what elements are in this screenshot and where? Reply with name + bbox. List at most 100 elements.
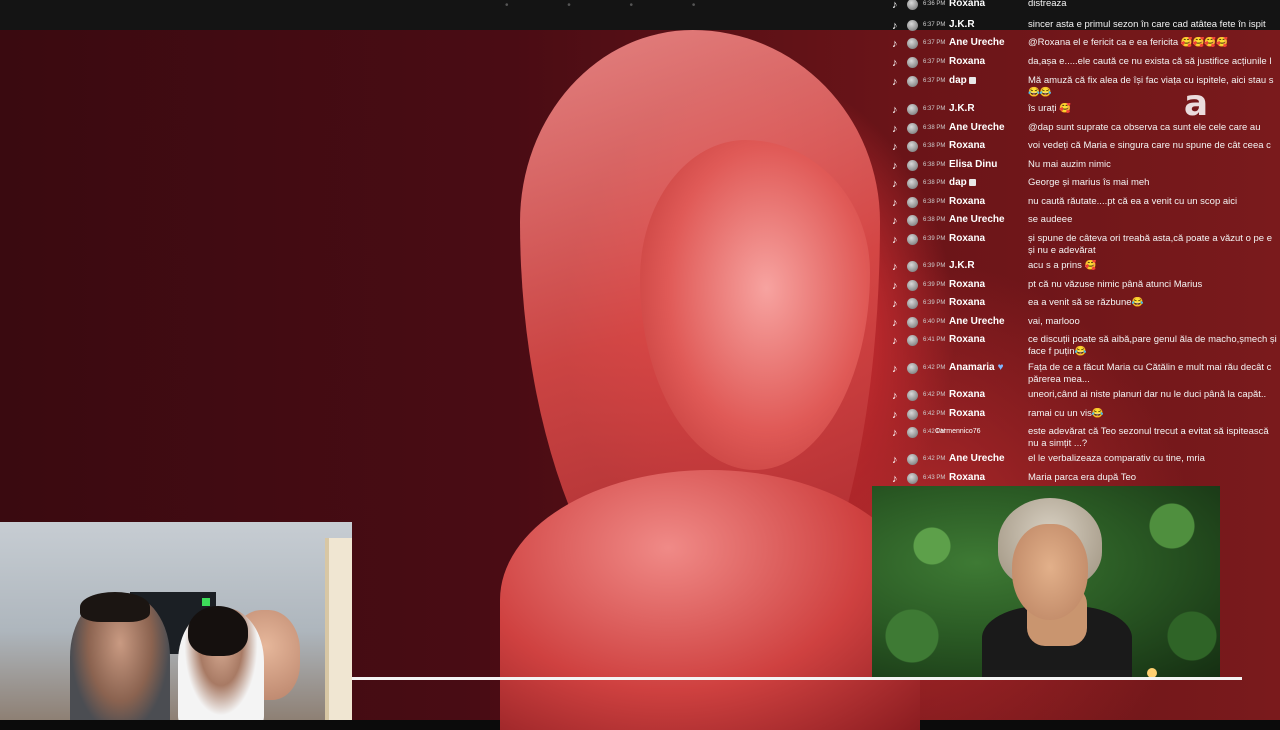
chat-timestamp: 6:39 PM [923,263,946,269]
video-figure-shoulder [500,470,920,730]
chat-message[interactable]: ♪ 6:42 PM Roxana uneori,când ai niste planu… [888,389,1280,405]
chat-message[interactable]: ♪ 6:38 PM Ane Ureche @dap sunt suprate ca o… [888,122,1280,138]
chat-message[interactable]: ♪ 6:39 PM Roxana pt că nu văzuse nimic până… [888,279,1280,295]
chat-message[interactable]: ♪ 6:42 PM Ane Ureche el le verbalizeaza com… [888,453,1280,469]
avatar[interactable] [907,160,918,171]
chat-message[interactable]: ♪ 6:39 PM Roxana și spune de câteva ori tre… [888,233,1280,256]
chat-username[interactable]: J.K.R [949,260,975,271]
chat-message[interactable]: ♪ 6:37 PM dap Mă amuză că fix alea de își f… [888,75,1280,98]
chat-message[interactable]: ♪ 6:39 PM J.K.R acu s a prins 🥰 [888,260,1280,276]
chat-timestamp: 6:40 PM [923,319,946,325]
avatar[interactable] [907,473,918,484]
live-chat-panel[interactable]: ♪ 6:36 PM Roxana distreaza ♪ 6:37 PM J.K.R sinc… [888,0,1280,505]
chat-message-text: este adevărat că Teo sezonul trecut a ev… [1028,426,1269,449]
chat-username[interactable]: Roxana [949,408,985,419]
chat-message[interactable]: ♪ 6:37 PM J.K.R îs urați 🥰 [888,103,1280,119]
chat-message[interactable]: ♪ 6:37 PM J.K.R sincer asta e primul sezon … [888,19,1280,35]
chat-message[interactable]: ♪ 6:42 PM Anamaria ♥ Fața de ce a făcut Mari… [888,362,1280,385]
chat-username-text: Roxana [949,472,986,483]
chat-timestamp: 6:42 PM [923,365,946,371]
avatar[interactable] [907,0,918,10]
chat-message[interactable]: ♪ 6:38 PM Roxana nu caută răutate....pt că … [888,196,1280,212]
avatar[interactable] [907,215,918,226]
tiktok-icon: ♪ [892,473,898,485]
avatar[interactable] [907,280,918,291]
avatar[interactable] [907,409,918,420]
chat-message-text: și spune de câteva ori treabă asta,că po… [1028,233,1272,256]
chat-username[interactable]: dap [949,75,976,86]
chat-timestamp: 6:37 PM [923,106,946,112]
chat-username[interactable]: Roxana [949,140,985,151]
tiktok-icon: ♪ [892,20,898,32]
chat-message[interactable]: ♪ 6:41 PM Roxana ce discuții poate să aibă,… [888,334,1280,357]
streamer-male-hair [80,592,150,622]
avatar[interactable] [907,335,918,346]
chat-username[interactable]: Roxana [949,279,985,290]
tiktok-icon: ♪ [892,178,898,190]
chat-message[interactable]: ♪ 6:42 PM Carmennico76 este adevărat că Teo… [888,426,1280,449]
chat-username[interactable]: Roxana [949,233,985,244]
video-progress-bar[interactable] [352,677,1242,680]
chat-username-text: Elisa Dinu [949,159,998,170]
chat-username[interactable]: Ane Ureche [949,316,1005,327]
chat-username[interactable]: dap [949,177,976,188]
chat-username[interactable]: Elisa Dinu [949,159,997,170]
chat-message-text: @dap sunt suprate ca observa ca sunt ele… [1028,122,1261,133]
chat-timestamp: 6:42 PM [923,411,946,417]
avatar[interactable] [907,123,918,134]
avatar[interactable] [907,38,918,49]
inset-video[interactable] [872,486,1220,678]
chat-username-text: Roxana [949,389,986,400]
avatar[interactable] [907,390,918,401]
chat-username[interactable]: J.K.R [949,19,975,30]
chat-message[interactable]: ♪ 6:38 PM Elisa Dinu Nu mai auzim nimic [888,159,1280,175]
avatar[interactable] [907,197,918,208]
avatar[interactable] [907,178,918,189]
tiktok-icon: ♪ [892,409,898,421]
chat-message[interactable]: ♪ 6:36 PM Roxana distreaza [888,0,1280,14]
chat-username[interactable]: J.K.R [949,103,975,114]
avatar[interactable] [907,317,918,328]
streamer-female-hair [188,606,248,656]
avatar[interactable] [907,427,918,438]
chat-username[interactable]: Carmennico76 [935,428,981,435]
avatar[interactable] [907,298,918,309]
avatar[interactable] [907,141,918,152]
chat-message-text: pt că nu văzuse nimic până atunci Marius [1028,279,1203,290]
chat-username[interactable]: Roxana [949,56,985,67]
chat-timestamp: 6:41 PM [923,337,946,343]
chat-message[interactable]: ♪ 6:42 PM Roxana ramai cu un vis😂 [888,408,1280,424]
chat-username[interactable]: Roxana [949,196,985,207]
avatar[interactable] [907,234,918,245]
chat-message[interactable]: ♪ 6:38 PM Roxana voi vedeți că Maria e sing… [888,140,1280,156]
chat-username[interactable]: Roxana [949,297,985,308]
chat-username[interactable]: Ane Ureche [949,453,1005,464]
avatar[interactable] [907,57,918,68]
chat-username[interactable]: Roxana [949,472,985,483]
chat-message[interactable]: ♪ 6:37 PM Ane Ureche @Roxana el e fericit c… [888,37,1280,53]
chat-username[interactable]: Ane Ureche [949,37,1005,48]
chat-message[interactable]: ♪ 6:40 PM Ane Ureche vai, marlooo [888,316,1280,332]
avatar[interactable] [907,363,918,374]
chat-message[interactable]: ♪ 6:38 PM dap George și marius îs mai meh [888,177,1280,193]
avatar[interactable] [907,76,918,87]
chat-username[interactable]: Roxana [949,334,985,345]
chat-username[interactable]: Roxana [949,389,985,400]
chat-message-text: el le verbalizeaza comparativ cu tine, m… [1028,453,1205,464]
chat-message[interactable]: ♪ 6:38 PM Ane Ureche se audeee [888,214,1280,230]
chat-timestamp: 6:36 PM [923,1,946,7]
chat-username[interactable]: Roxana [949,0,985,9]
avatar[interactable] [907,20,918,31]
chat-username[interactable]: Ane Ureche [949,122,1005,133]
chat-message-text: uneori,când ai niste planuri dar nu le d… [1028,389,1267,400]
avatar[interactable] [907,104,918,115]
chat-username[interactable]: Ane Ureche [949,214,1005,225]
chat-username[interactable]: Anamaria ♥ [949,362,1004,373]
chat-username-text: J.K.R [949,260,975,271]
chat-message[interactable]: ♪ 6:37 PM Roxana da,așa e.....ele caută ce … [888,56,1280,72]
chat-username-text: Ane Ureche [949,453,1005,464]
avatar[interactable] [907,261,918,272]
chat-timestamp: 6:37 PM [923,22,946,28]
chat-message[interactable]: ♪ 6:39 PM Roxana ea a venit să se răzbune😂 [888,297,1280,313]
avatar[interactable] [907,454,918,465]
